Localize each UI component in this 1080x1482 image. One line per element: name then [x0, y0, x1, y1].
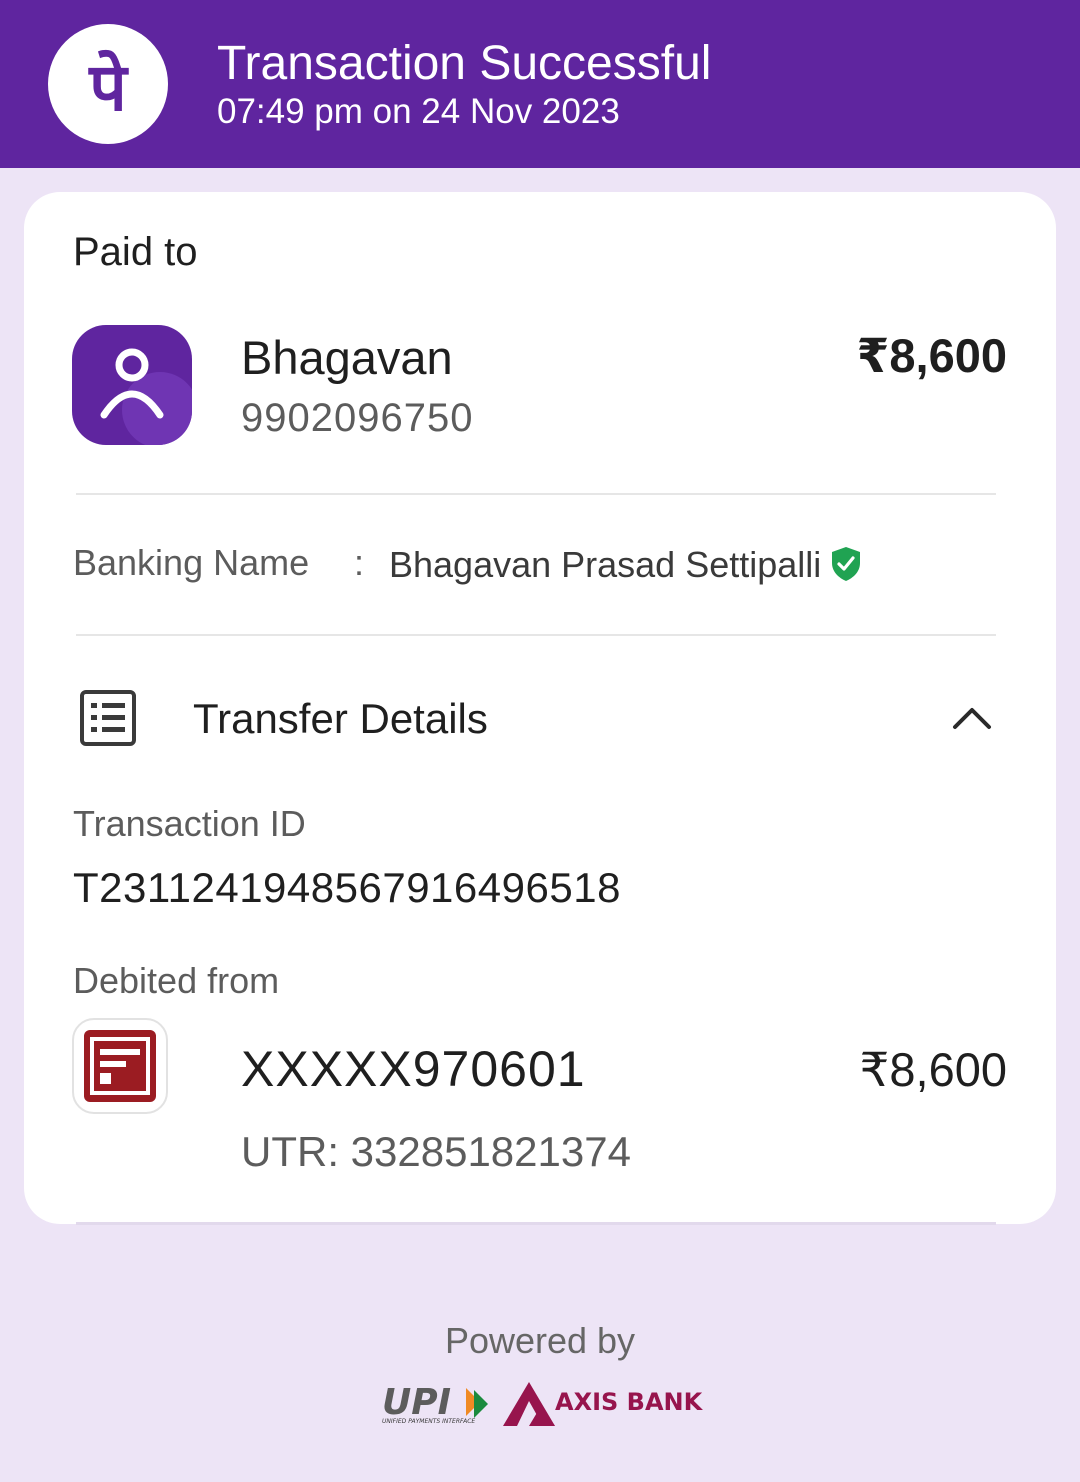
axis-bank-logo-icon: AXIS BANK [503, 1380, 704, 1428]
bank-logo-icon [72, 1018, 168, 1114]
svg-text:UNIFIED PAYMENTS INTERFACE: UNIFIED PAYMENTS INTERFACE [382, 1418, 475, 1425]
svg-text:UPI: UPI [382, 1382, 451, 1423]
banking-name-label: Banking Name [73, 542, 310, 583]
person-icon [72, 325, 192, 445]
upi-logo-icon: UPI UNIFIED PAYMENTS INTERFACE [380, 1382, 492, 1426]
verified-shield-icon [830, 546, 862, 582]
transaction-id-label: Transaction ID [73, 803, 306, 844]
debited-from-label: Debited from [73, 960, 280, 1001]
utr-number[interactable]: UTR: 332851821374 [241, 1128, 631, 1176]
status-header: पे Transaction Successful 07:49 pm on 24… [0, 0, 1080, 168]
divider [76, 1222, 996, 1225]
transaction-status-title: Transaction Successful [217, 37, 712, 90]
debit-account-number: XXXXX970601 [241, 1041, 586, 1097]
transaction-id-value[interactable]: T2311241948567916496518 [73, 864, 621, 912]
paid-to-label: Paid to [73, 230, 198, 274]
powered-by-label: Powered by [444, 1320, 636, 1361]
list-document-icon [80, 690, 136, 746]
chevron-up-icon[interactable] [952, 698, 992, 738]
debited-amount: ₹8,600 [859, 1043, 1007, 1096]
banking-name-separator: : [354, 542, 365, 583]
svg-text:पे: पे [87, 49, 129, 126]
phonepe-logo-icon: पे [48, 24, 168, 144]
banking-name-value: Bhagavan Prasad Settipalli [389, 544, 822, 585]
transfer-details-title: Transfer Details [193, 695, 488, 742]
payee-name: Bhagavan [241, 331, 453, 384]
paid-amount: ₹8,600 [856, 329, 1007, 382]
transaction-timestamp: 07:49 pm on 24 Nov 2023 [217, 92, 620, 131]
svg-text:AXIS BANK: AXIS BANK [555, 1388, 703, 1416]
divider [76, 634, 996, 636]
divider [76, 493, 996, 495]
transaction-card: Paid to Bhagavan 9902096750 ₹8,600 Banki… [24, 192, 1056, 1224]
payee-phone: 9902096750 [241, 396, 474, 440]
